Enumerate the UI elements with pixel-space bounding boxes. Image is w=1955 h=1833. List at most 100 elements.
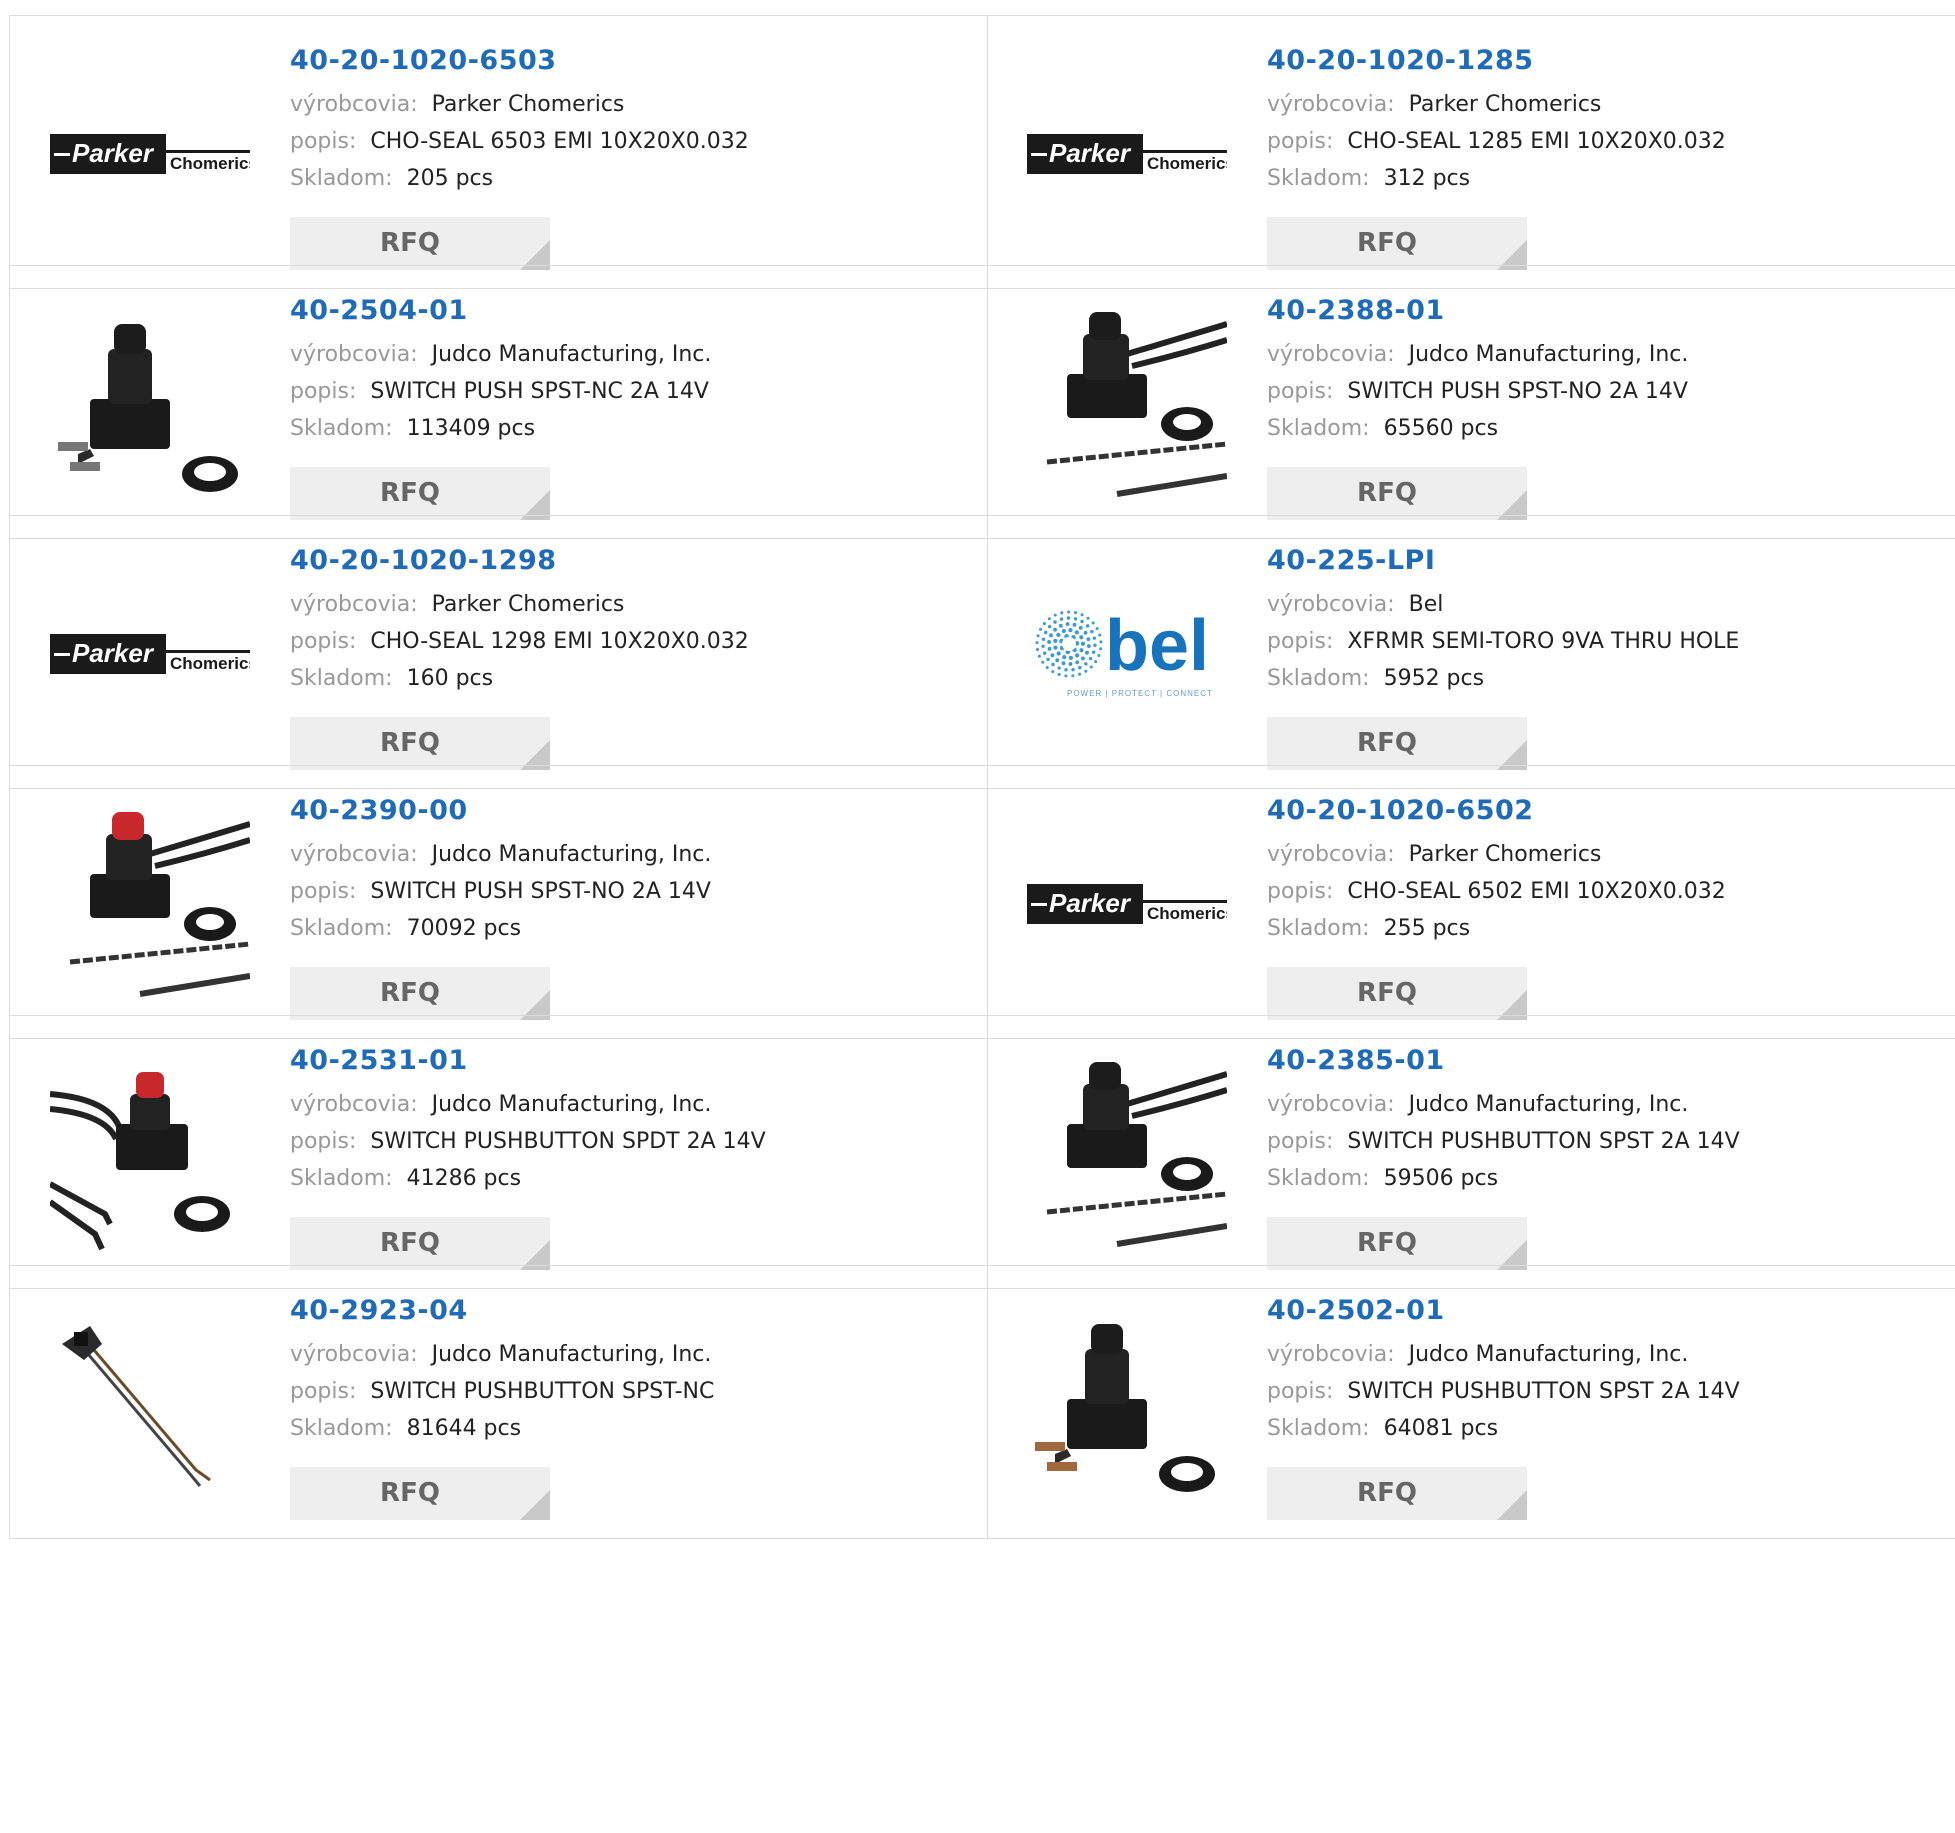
description-label: popis: [1267,629,1334,654]
stock-label: Skladom: [1267,666,1370,691]
rfq-label: RFQ [1357,978,1417,1008]
part-number-link[interactable]: 40-2385-01 [1267,1044,1740,1086]
rfq-button[interactable]: RFQ [1267,1467,1527,1520]
rfq-button[interactable]: RFQ [1267,217,1527,270]
stock-value: 65560 pcs [1383,416,1499,441]
parker-chomerics-logo[interactable]: Parker Chomerics [50,554,250,754]
product-photo-switch-wires[interactable] [1027,1054,1227,1254]
part-number-link[interactable]: 40-2388-01 [1267,294,1688,336]
product-info: 40-20-1020-6503 výrobcovia: Parker Chomer… [290,44,749,197]
description-line: popis: SWITCH PUSHBUTTON SPST-NC [290,1373,714,1410]
rfq-label: RFQ [1357,228,1417,258]
rfq-button[interactable]: RFQ [290,967,550,1020]
product-info: 40-2531-01 výrobcovia: Judco Manufacturin… [290,1044,766,1197]
bel-logo[interactable]: bel POWER | PROTECT | CONNECT [1027,554,1227,754]
stock-label: Skladom: [1267,916,1370,941]
product-card: Parker Chomerics 40-20-1020-1285 výrobco… [987,16,1955,288]
description-line: popis: SWITCH PUSHBUTTON SPDT 2A 14V [290,1123,766,1160]
manufacturer-value: Judco Manufacturing, Inc. [1408,342,1689,367]
manufacturer-line: výrobcovia: Parker Chomerics [1267,836,1726,873]
manufacturer-label: výrobcovia: [1267,92,1395,117]
rfq-label: RFQ [380,478,440,508]
stock-line: Skladom: 113409 pcs [290,410,711,447]
product-photo-switch-wires-left-red[interactable] [50,1054,250,1254]
description-label: popis: [290,629,357,654]
rfq-label: RFQ [1357,1478,1417,1508]
rfq-button[interactable]: RFQ [290,1217,550,1270]
stock-line: Skladom: 65560 pcs [1267,410,1688,447]
stock-value: 312 pcs [1383,166,1471,191]
part-number-link[interactable]: 40-2502-01 [1267,1294,1740,1336]
svg-text:Chomerics: Chomerics [170,154,250,173]
stock-label: Skladom: [290,916,393,941]
part-number-link[interactable]: 40-20-1020-6503 [290,44,749,86]
description-value: SWITCH PUSHBUTTON SPST 2A 14V [1347,1129,1740,1154]
product-card: 40-2531-01 výrobcovia: Judco Manufacturin… [10,1016,988,1288]
product-row: Parker Chomerics 40-20-1020-6503 výrobco… [9,15,1955,289]
part-number-link[interactable]: 40-20-1020-6502 [1267,794,1726,836]
svg-text:POWER | PROTECT | CONNECT: POWER | PROTECT | CONNECT [1067,689,1213,698]
rfq-button[interactable]: RFQ [290,467,550,520]
part-number-link[interactable]: 40-2531-01 [290,1044,766,1086]
svg-text:Parker: Parker [72,138,155,168]
description-value: SWITCH PUSH SPST-NC 2A 14V [370,379,709,404]
part-number-link[interactable]: 40-225-LPI [1267,544,1739,586]
part-number-link[interactable]: 40-20-1020-1298 [290,544,749,586]
rfq-button[interactable]: RFQ [290,1467,550,1520]
stock-label: Skladom: [290,166,393,191]
manufacturer-label: výrobcovia: [1267,592,1395,617]
stock-line: Skladom: 59506 pcs [1267,1160,1740,1197]
rfq-label: RFQ [1357,1228,1417,1258]
manufacturer-line: výrobcovia: Judco Manufacturing, Inc. [1267,1086,1740,1123]
manufacturer-value: Judco Manufacturing, Inc. [431,1342,712,1367]
rfq-button[interactable]: RFQ [1267,717,1527,770]
rfq-label: RFQ [380,1228,440,1258]
description-value: SWITCH PUSHBUTTON SPDT 2A 14V [370,1129,766,1154]
manufacturer-line: výrobcovia: Judco Manufacturing, Inc. [1267,1336,1740,1373]
manufacturer-value: Judco Manufacturing, Inc. [431,842,712,867]
rfq-button[interactable]: RFQ [290,717,550,770]
product-card: Parker Chomerics 40-20-1020-1298 výrobco… [10,516,988,788]
rfq-button[interactable]: RFQ [1267,967,1527,1020]
stock-line: Skladom: 160 pcs [290,660,749,697]
description-label: popis: [290,379,357,404]
part-number-link[interactable]: 40-2390-00 [290,794,711,836]
stock-label: Skladom: [290,416,393,441]
product-photo-switch-terminals-brass[interactable] [1027,1304,1227,1504]
manufacturer-line: výrobcovia: Judco Manufacturing, Inc. [290,336,711,373]
parker-chomerics-logo[interactable]: Parker Chomerics [50,54,250,254]
manufacturer-label: výrobcovia: [290,92,418,117]
stock-label: Skladom: [290,1166,393,1191]
rfq-label: RFQ [380,978,440,1008]
description-line: popis: CHO-SEAL 6502 EMI 10X20X0.032 [1267,873,1726,910]
rfq-button[interactable]: RFQ [290,217,550,270]
product-photo-mini-switch-wires[interactable] [50,1304,250,1504]
product-card: 40-2385-01 výrobcovia: Judco Manufacturin… [987,1016,1955,1288]
description-line: popis: SWITCH PUSH SPST-NC 2A 14V [290,373,711,410]
description-label: popis: [1267,1379,1334,1404]
parker-chomerics-logo[interactable]: Parker Chomerics [1027,54,1227,254]
parker-chomerics-logo[interactable]: Parker Chomerics [1027,804,1227,1004]
description-label: popis: [290,129,357,154]
rfq-button[interactable]: RFQ [1267,1217,1527,1270]
description-value: CHO-SEAL 6502 EMI 10X20X0.032 [1347,879,1726,904]
product-photo-switch-wires-red[interactable] [50,804,250,1004]
product-info: 40-20-1020-1298 výrobcovia: Parker Chomer… [290,544,749,697]
product-photo-switch-wires[interactable] [1027,304,1227,504]
product-photo-switch-terminals[interactable] [50,304,250,504]
stock-line: Skladom: 64081 pcs [1267,1410,1740,1447]
description-label: popis: [1267,379,1334,404]
description-value: CHO-SEAL 1285 EMI 10X20X0.032 [1347,129,1726,154]
manufacturer-value: Judco Manufacturing, Inc. [1408,1092,1689,1117]
manufacturer-label: výrobcovia: [290,342,418,367]
rfq-button[interactable]: RFQ [1267,467,1527,520]
part-number-link[interactable]: 40-2504-01 [290,294,711,336]
description-label: popis: [1267,129,1334,154]
product-card: 40-2390-00 výrobcovia: Judco Manufacturin… [10,766,988,1038]
product-info: 40-2923-04 výrobcovia: Judco Manufacturin… [290,1294,714,1447]
manufacturer-line: výrobcovia: Parker Chomerics [1267,86,1726,123]
stock-value: 41286 pcs [406,1166,522,1191]
part-number-link[interactable]: 40-2923-04 [290,1294,714,1336]
manufacturer-label: výrobcovia: [1267,342,1395,367]
part-number-link[interactable]: 40-20-1020-1285 [1267,44,1726,86]
